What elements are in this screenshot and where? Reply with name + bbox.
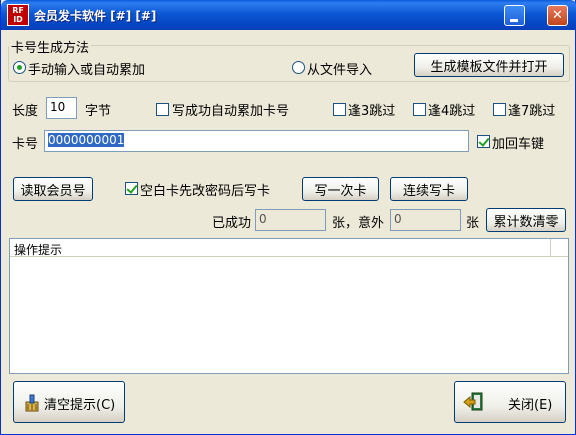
reset-count-button[interactable]: 累计数清零 xyxy=(486,208,566,232)
card-number-value: 0000000001 xyxy=(48,133,125,147)
exit-door-icon xyxy=(463,392,483,411)
card-number-input[interactable]: 0000000001 xyxy=(44,130,469,152)
manual-input-radio[interactable] xyxy=(13,61,26,74)
operation-log-list[interactable]: 操作提示 xyxy=(9,238,569,374)
write-once-button[interactable]: 写一次卡 xyxy=(302,177,379,201)
success-count-field: 0 xyxy=(255,209,326,231)
card-number-method-title: 卡号生成方法 xyxy=(9,37,92,56)
write-continuous-button[interactable]: 连续写卡 xyxy=(390,177,468,201)
clear-log-button[interactable]: 清空提示(C) xyxy=(13,381,125,423)
blank-card-checkbox[interactable] xyxy=(125,182,138,195)
window-title: 会员发卡软件 [#] [#] xyxy=(34,9,157,23)
clear-log-label: 清空提示(C) xyxy=(44,398,116,413)
skip-7-label[interactable]: 逢7跳过 xyxy=(508,100,555,119)
length-unit-label: 字节 xyxy=(85,104,112,119)
broom-icon xyxy=(25,394,39,412)
minimize-button[interactable] xyxy=(504,5,525,26)
close-window-button[interactable]: ✕ xyxy=(547,5,568,26)
auto-increment-checkbox[interactable] xyxy=(156,103,169,116)
length-input[interactable]: 10 xyxy=(46,97,77,119)
success-count-label: 已成功 xyxy=(212,216,252,231)
main-window: RF ID 会员发卡软件 [#] [#] ✕ 卡号生成方法 手动输入或自动累加 … xyxy=(0,0,576,435)
length-label: 长度 xyxy=(12,104,39,119)
card-number-label: 卡号 xyxy=(12,137,39,152)
file-import-label[interactable]: 从文件导入 xyxy=(307,59,372,78)
rfid-app-icon: RF ID xyxy=(7,4,29,26)
manual-input-label[interactable]: 手动输入或自动累加 xyxy=(28,59,145,78)
auto-increment-label[interactable]: 写成功自动累加卡号 xyxy=(172,100,289,119)
file-import-radio[interactable] xyxy=(292,61,305,74)
title-bar[interactable]: RF ID 会员发卡软件 [#] [#] ✕ xyxy=(1,0,576,30)
close-label: 关闭(E) xyxy=(508,398,553,413)
fail-count-unit: 张 xyxy=(466,216,480,231)
read-member-button[interactable]: 读取会员号 xyxy=(13,177,93,201)
add-enter-label[interactable]: 加回车键 xyxy=(492,133,544,152)
skip-7-checkbox[interactable] xyxy=(493,103,506,116)
skip-4-checkbox[interactable] xyxy=(413,103,426,116)
fail-count-label: 张，意外 xyxy=(332,216,385,231)
skip-3-checkbox[interactable] xyxy=(333,103,346,116)
skip-4-label[interactable]: 逢4跳过 xyxy=(428,100,475,119)
generate-template-button[interactable]: 生成模板文件并打开 xyxy=(414,53,564,77)
log-column-header[interactable]: 操作提示 xyxy=(10,239,550,257)
add-enter-checkbox[interactable] xyxy=(477,135,490,148)
skip-3-label[interactable]: 逢3跳过 xyxy=(348,100,395,119)
fail-count-field: 0 xyxy=(390,209,461,231)
blank-card-label[interactable]: 空白卡先改密码后写卡 xyxy=(140,180,270,199)
log-header-filler xyxy=(550,239,568,257)
close-button[interactable]: 关闭(E) xyxy=(454,381,566,423)
